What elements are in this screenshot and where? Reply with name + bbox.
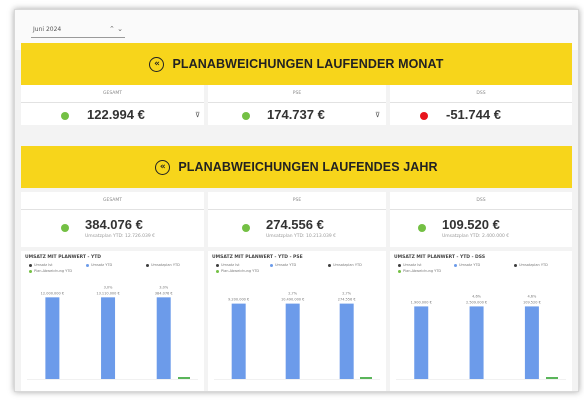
card-label: DSS bbox=[476, 198, 486, 203]
filter-icon[interactable]: ⊽ bbox=[375, 111, 380, 119]
status-dot bbox=[61, 112, 69, 120]
bar[interactable] bbox=[414, 306, 429, 379]
back-arrow-icon[interactable]: « bbox=[149, 56, 165, 72]
card-label: GESAMT bbox=[103, 91, 122, 96]
divider bbox=[390, 209, 572, 210]
bar[interactable] bbox=[231, 303, 246, 379]
bar-data-label: 10.490.000 € bbox=[281, 298, 304, 302]
bar-data-label: 12.000.000 € bbox=[41, 291, 64, 295]
status-dot bbox=[242, 224, 250, 232]
report-canvas: Juni 2024 ⌃ ⌄ « PLANABWEICHUNGEN LAUFEND… bbox=[14, 9, 579, 392]
plan-deviation-marker bbox=[546, 377, 558, 379]
status-dot bbox=[420, 112, 428, 120]
bar-chart-svg: 1.900.000 € 2.509.000 € 4,6% 109.520 € 4,6% bbox=[396, 294, 566, 380]
card-value: 109.520 € bbox=[442, 217, 500, 232]
banner-current-month: « PLANABWEICHUNGEN LAUFENDER MONAT bbox=[21, 43, 572, 85]
card-subtext: Umsatzplan YTD: 2.400.000 € bbox=[442, 234, 510, 239]
month-card-total: GESAMT 122.994 € ⊽ bbox=[21, 85, 204, 125]
banner-title: PLANABWEICHUNGEN LAUFENDER MONAT bbox=[172, 57, 444, 71]
banner-title: PLANABWEICHUNGEN LAUFENDES JAHR bbox=[178, 160, 438, 174]
divider bbox=[208, 209, 386, 210]
card-value: 174.737 € bbox=[267, 107, 325, 122]
divider bbox=[21, 102, 204, 103]
revenue-chart-pse: UMSATZ MIT PLANWERT - YTD - PSE Umsatz I… bbox=[208, 251, 386, 391]
bar-chart-svg: 9.200.000 € 10.490.000 € 2,7% 274.556 € 2,7% bbox=[214, 292, 380, 380]
bar-pct-label: 2,7% bbox=[288, 292, 298, 296]
year-card-total: GESAMT 384.076 € Umsatzplan YTD: 12.726.… bbox=[21, 192, 204, 247]
card-label: PSE bbox=[292, 198, 302, 203]
bar-data-label: 109.520 € bbox=[523, 300, 541, 304]
plan-deviation-marker bbox=[360, 377, 372, 379]
bar-chart-svg: 12.000.000 € 13.110.000 € 3,0% 384.076 € 3,0… bbox=[27, 285, 198, 380]
card-value: -51.744 € bbox=[446, 107, 501, 122]
revenue-chart-dss: UMSATZ MIT PLANWERT - YTD - DSS Umsatz I… bbox=[390, 251, 572, 391]
card-label: DSS bbox=[476, 91, 486, 96]
bar[interactable] bbox=[339, 303, 354, 379]
bar-pct-label: 4,6% bbox=[472, 294, 482, 298]
divider bbox=[208, 102, 386, 103]
card-value: 384.076 € bbox=[85, 217, 143, 232]
card-label: PSE bbox=[292, 91, 302, 96]
bar-pct-label: 2,7% bbox=[342, 292, 352, 296]
period-dropdown-value: Juni 2024 bbox=[33, 26, 62, 33]
divider bbox=[21, 209, 204, 210]
filter-icon[interactable]: ⊽ bbox=[195, 111, 200, 119]
bar-pct-label: 3,0% bbox=[104, 285, 114, 289]
status-dot bbox=[418, 224, 426, 232]
period-dropdown[interactable]: Juni 2024 ⌃ ⌄ bbox=[31, 23, 125, 38]
bar-data-label: 384.076 € bbox=[155, 291, 173, 295]
bar-pct-label: 4,6% bbox=[527, 294, 537, 298]
month-card-dss: DSS -51.744 € bbox=[390, 85, 572, 125]
bar[interactable] bbox=[285, 303, 300, 379]
status-dot bbox=[242, 112, 250, 120]
card-subtext: Umsatzplan YTD: 10.213.039 € bbox=[266, 234, 337, 239]
bar-data-label: 1.900.000 € bbox=[411, 300, 432, 304]
divider bbox=[390, 102, 572, 103]
bar-data-label: 13.110.000 € bbox=[96, 291, 119, 295]
card-label: GESAMT bbox=[103, 198, 122, 203]
card-subtext: Umsatzplan YTD: 12.726.039 € bbox=[85, 234, 156, 239]
bar[interactable] bbox=[101, 297, 116, 379]
year-card-pse: PSE 274.556 € Umsatzplan YTD: 10.213.039… bbox=[208, 192, 386, 247]
bar-data-label: 274.556 € bbox=[338, 298, 356, 302]
year-card-dss: DSS 109.520 € Umsatzplan YTD: 2.400.000 … bbox=[390, 192, 572, 247]
plan-deviation-marker bbox=[178, 377, 190, 379]
bar[interactable] bbox=[156, 297, 171, 379]
status-dot bbox=[61, 224, 69, 232]
banner-current-year: « PLANABWEICHUNGEN LAUFENDES JAHR bbox=[21, 146, 572, 188]
bar-data-label: 9.200.000 € bbox=[228, 298, 249, 302]
card-value: 122.994 € bbox=[87, 107, 145, 122]
bar-data-label: 2.509.000 € bbox=[466, 300, 487, 304]
bar[interactable] bbox=[469, 306, 484, 379]
bar-pct-label: 3,0% bbox=[159, 285, 169, 289]
card-value: 274.556 € bbox=[266, 217, 324, 232]
revenue-chart-total: UMSATZ MIT PLANWERT - YTD Umsatz Ist Ums… bbox=[21, 251, 204, 391]
bar[interactable] bbox=[45, 297, 60, 379]
month-card-pse: PSE 174.737 € ⊽ bbox=[208, 85, 386, 125]
bar[interactable] bbox=[524, 306, 539, 379]
chevron-up-down-icon[interactable]: ⌃ ⌄ bbox=[109, 25, 123, 33]
back-arrow-icon[interactable]: « bbox=[155, 159, 171, 175]
